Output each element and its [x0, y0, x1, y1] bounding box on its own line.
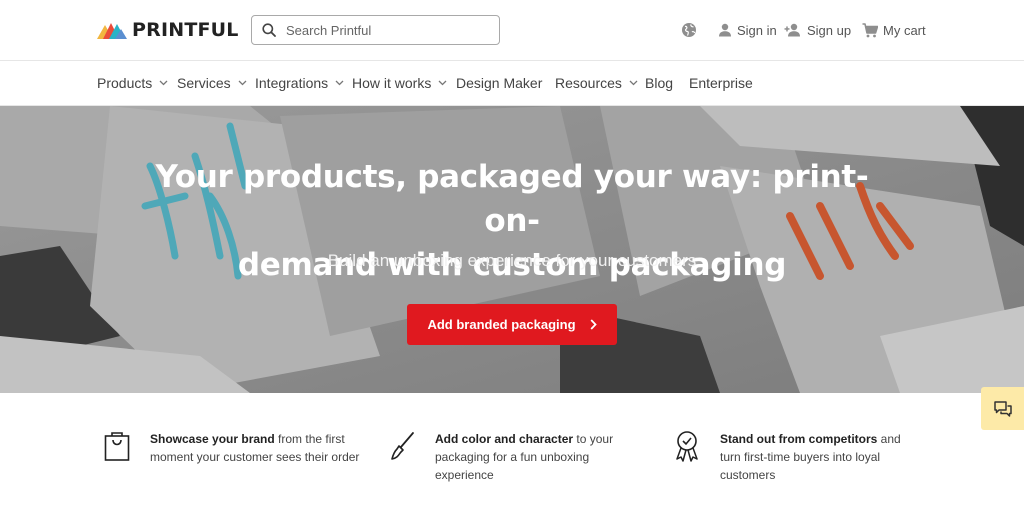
- nav-item-label: Services: [177, 75, 231, 91]
- shopping-bag-icon: [104, 432, 130, 461]
- paintbrush-icon: [391, 432, 414, 460]
- sign-up-label: Sign up: [807, 22, 852, 38]
- chevron-down-icon: [438, 80, 447, 86]
- feature-bold: Stand out from competitors: [720, 432, 878, 446]
- logo-text: PRINTFUL: [132, 19, 239, 41]
- add-user-icon: [784, 23, 800, 37]
- nav-item-design-maker[interactable]: Design Maker: [456, 75, 542, 91]
- printful-logo-icon: [97, 23, 127, 39]
- globe-icon[interactable]: [681, 22, 697, 38]
- feature-stand-out: Stand out from competitors and turn firs…: [674, 430, 924, 484]
- nav-item-label: Design Maker: [456, 75, 543, 91]
- feature-text: Stand out from competitors and turn firs…: [720, 430, 924, 484]
- my-cart-link[interactable]: My cart: [862, 20, 926, 40]
- nav-item-how-it-works[interactable]: How it works: [352, 75, 447, 91]
- nav-item-services[interactable]: Services: [177, 75, 247, 91]
- hero-subtitle: Build an unboxing experience for your cu…: [327, 251, 697, 270]
- nav-item-label: How it works: [352, 75, 432, 91]
- feature-bold: Showcase your brand: [150, 432, 275, 446]
- chevron-down-icon: [629, 80, 638, 86]
- cart-icon: [862, 22, 878, 37]
- nav-item-label: Integrations: [255, 75, 329, 91]
- top-header: PRINTFUL Sign in Sign up: [0, 0, 1024, 61]
- main-nav: Products Services Integrations How it wo…: [0, 61, 1024, 106]
- cta-label: Add branded packaging: [427, 317, 576, 332]
- feature-text: Add color and character to your packagin…: [435, 430, 629, 484]
- search-icon: [262, 23, 276, 37]
- nav-item-label: Enterprise: [689, 75, 753, 91]
- feature-add-color: Add color and character to your packagin…: [389, 430, 629, 484]
- user-icon: [719, 23, 731, 37]
- chevron-right-icon: [590, 319, 597, 330]
- feature-bold: Add color and character: [435, 432, 574, 446]
- printful-logo[interactable]: PRINTFUL: [97, 19, 239, 41]
- chevron-down-icon: [238, 80, 247, 86]
- nav-item-blog[interactable]: Blog: [645, 75, 673, 91]
- chat-icon: [993, 400, 1012, 417]
- feature-text: Showcase your brand from the first momen…: [150, 430, 364, 466]
- nav-item-resources[interactable]: Resources: [555, 75, 638, 91]
- nav-item-integrations[interactable]: Integrations: [255, 75, 344, 91]
- sign-in-label: Sign in: [737, 22, 777, 38]
- nav-item-products[interactable]: Products: [97, 75, 168, 91]
- chat-widget-button[interactable]: [981, 387, 1024, 430]
- chevron-down-icon: [159, 80, 168, 86]
- nav-item-label: Products: [97, 75, 153, 91]
- hero-title-line-1: Your products, packaged your way: print-…: [155, 159, 869, 239]
- add-branded-packaging-button[interactable]: Add branded packaging: [407, 304, 617, 345]
- award-ribbon-icon: [676, 431, 698, 462]
- hero-banner: Your products, packaged your way: print-…: [0, 106, 1024, 393]
- my-cart-label: My cart: [883, 22, 926, 38]
- search-input[interactable]: [286, 22, 486, 38]
- nav-item-enterprise[interactable]: Enterprise: [689, 75, 753, 91]
- nav-item-label: Resources: [555, 75, 622, 91]
- feature-showcase-brand: Showcase your brand from the first momen…: [104, 430, 364, 466]
- search-box[interactable]: [251, 15, 500, 45]
- nav-item-label: Blog: [645, 75, 674, 91]
- sign-in-link[interactable]: Sign in: [718, 20, 777, 40]
- sign-up-link[interactable]: Sign up: [784, 20, 851, 40]
- chevron-down-icon: [335, 80, 344, 86]
